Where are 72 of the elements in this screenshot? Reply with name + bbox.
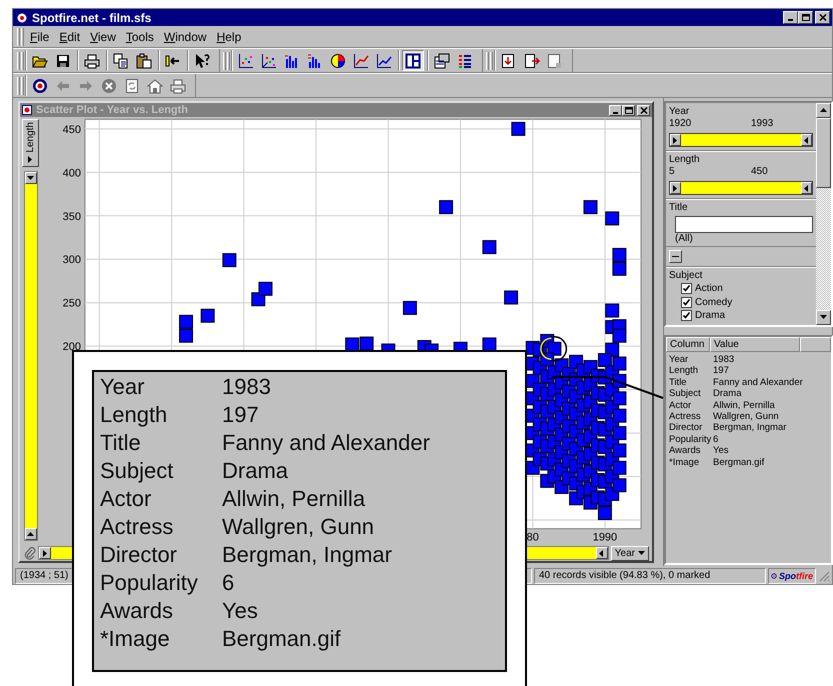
tooltip-label: Length	[100, 401, 168, 429]
axis-tick-label: 400	[62, 167, 81, 180]
menu-item[interactable]: File	[25, 28, 54, 46]
table-cell-text: Fanny and Alexander	[713, 376, 804, 388]
range-min-value: 5	[669, 166, 676, 178]
tooltip-value: 197	[222, 401, 259, 429]
menu-item[interactable]: Window	[158, 28, 212, 46]
checkbox-label: Drama	[695, 310, 726, 322]
table-cell-text: Bergman, Ingmar	[713, 422, 788, 434]
axis-dropdown[interactable]: Year	[610, 546, 649, 560]
table-cell-text: Popularity	[669, 434, 712, 446]
tooltip-label: Title	[100, 429, 141, 457]
range-min-value: 1920	[669, 118, 692, 130]
table-cell-text: Actress	[669, 411, 702, 422]
filter-label: Subject	[669, 270, 704, 282]
table-cell-text: 1983	[713, 354, 736, 366]
window-title: Spotfire.net - film.sfs	[32, 10, 152, 24]
axis-tick-label: 250	[62, 298, 81, 310]
tooltip-value: Bergman, Ingmar	[222, 541, 392, 569]
table-cell-text: Length	[669, 365, 700, 377]
menu-item[interactable]: Tools	[120, 28, 159, 46]
tooltip-label: Subject	[100, 457, 174, 485]
tooltip-label: Actor	[100, 485, 152, 513]
status-text: 40 records visible (94.83 %), 0 marked	[534, 568, 766, 584]
table-cell-text: Bergman.gif	[713, 456, 766, 468]
table-cell-text: 6	[713, 434, 720, 446]
filter-label: Year	[669, 106, 690, 118]
table-cell-text: *Image	[669, 456, 700, 468]
table-cell-text: Yes	[713, 445, 730, 457]
column-header[interactable]: Value	[710, 337, 800, 352]
tooltip-value: 6	[222, 569, 234, 597]
tooltip-label: *Image	[100, 625, 170, 653]
axis-selector[interactable]: Length	[22, 119, 40, 167]
filter-label: Length	[669, 154, 701, 166]
filter-label: Title	[669, 202, 689, 214]
tooltip-value: Drama	[222, 457, 288, 485]
axis-tick-label: 300	[62, 254, 81, 266]
column-header[interactable]: Column	[666, 337, 710, 352]
range-max-value: 450	[751, 166, 768, 178]
menu-item[interactable]: Edit	[54, 28, 86, 46]
tooltip-value: Yes	[222, 597, 258, 625]
table-cell-text: 197	[713, 365, 730, 377]
table-cell-text: Wallgren, Gunn	[713, 411, 780, 422]
filter-note: (All)	[675, 233, 694, 244]
table-cell-text: Actor	[669, 400, 692, 412]
axis-tick-label: 200	[62, 341, 81, 354]
axis-tick-label: 450	[62, 124, 81, 136]
tooltip-label: Year	[100, 373, 144, 401]
tooltip-value: Bergman.gif	[222, 625, 341, 653]
range-max-value: 1993	[751, 118, 774, 130]
table-cell-text: Director	[669, 422, 704, 434]
checkbox-label: Comedy	[695, 296, 732, 308]
tooltip-label: Director	[100, 541, 178, 569]
table-cell-text: Subject	[669, 388, 702, 400]
tooltip-value: Wallgren, Gunn	[222, 513, 374, 541]
axis-tick-label: 1990	[592, 532, 618, 544]
tooltip-value: Fanny and Alexander	[222, 429, 430, 457]
menu-item[interactable]: Help	[212, 28, 246, 46]
tooltip-value: Allwin, Pernilla	[222, 485, 366, 513]
menu-item[interactable]: View	[85, 28, 121, 46]
table-cell-text: Title	[669, 376, 688, 388]
table-cell-text: Year	[669, 354, 690, 366]
table-cell-text: Allwin, Pernilla	[713, 400, 776, 412]
tooltip-value: 1983	[222, 373, 271, 401]
checkbox-label: Action	[695, 283, 723, 294]
tooltip-label: Awards	[100, 597, 173, 625]
axis-tick-label: 80	[526, 532, 539, 544]
window-title: Scatter Plot - Year vs. Length	[36, 104, 190, 116]
tooltip-label: Actress	[100, 513, 174, 541]
axis-tick-label: 350	[62, 210, 81, 223]
table-cell-text: Drama	[713, 388, 743, 400]
table-cell-text: Awards	[669, 445, 702, 457]
